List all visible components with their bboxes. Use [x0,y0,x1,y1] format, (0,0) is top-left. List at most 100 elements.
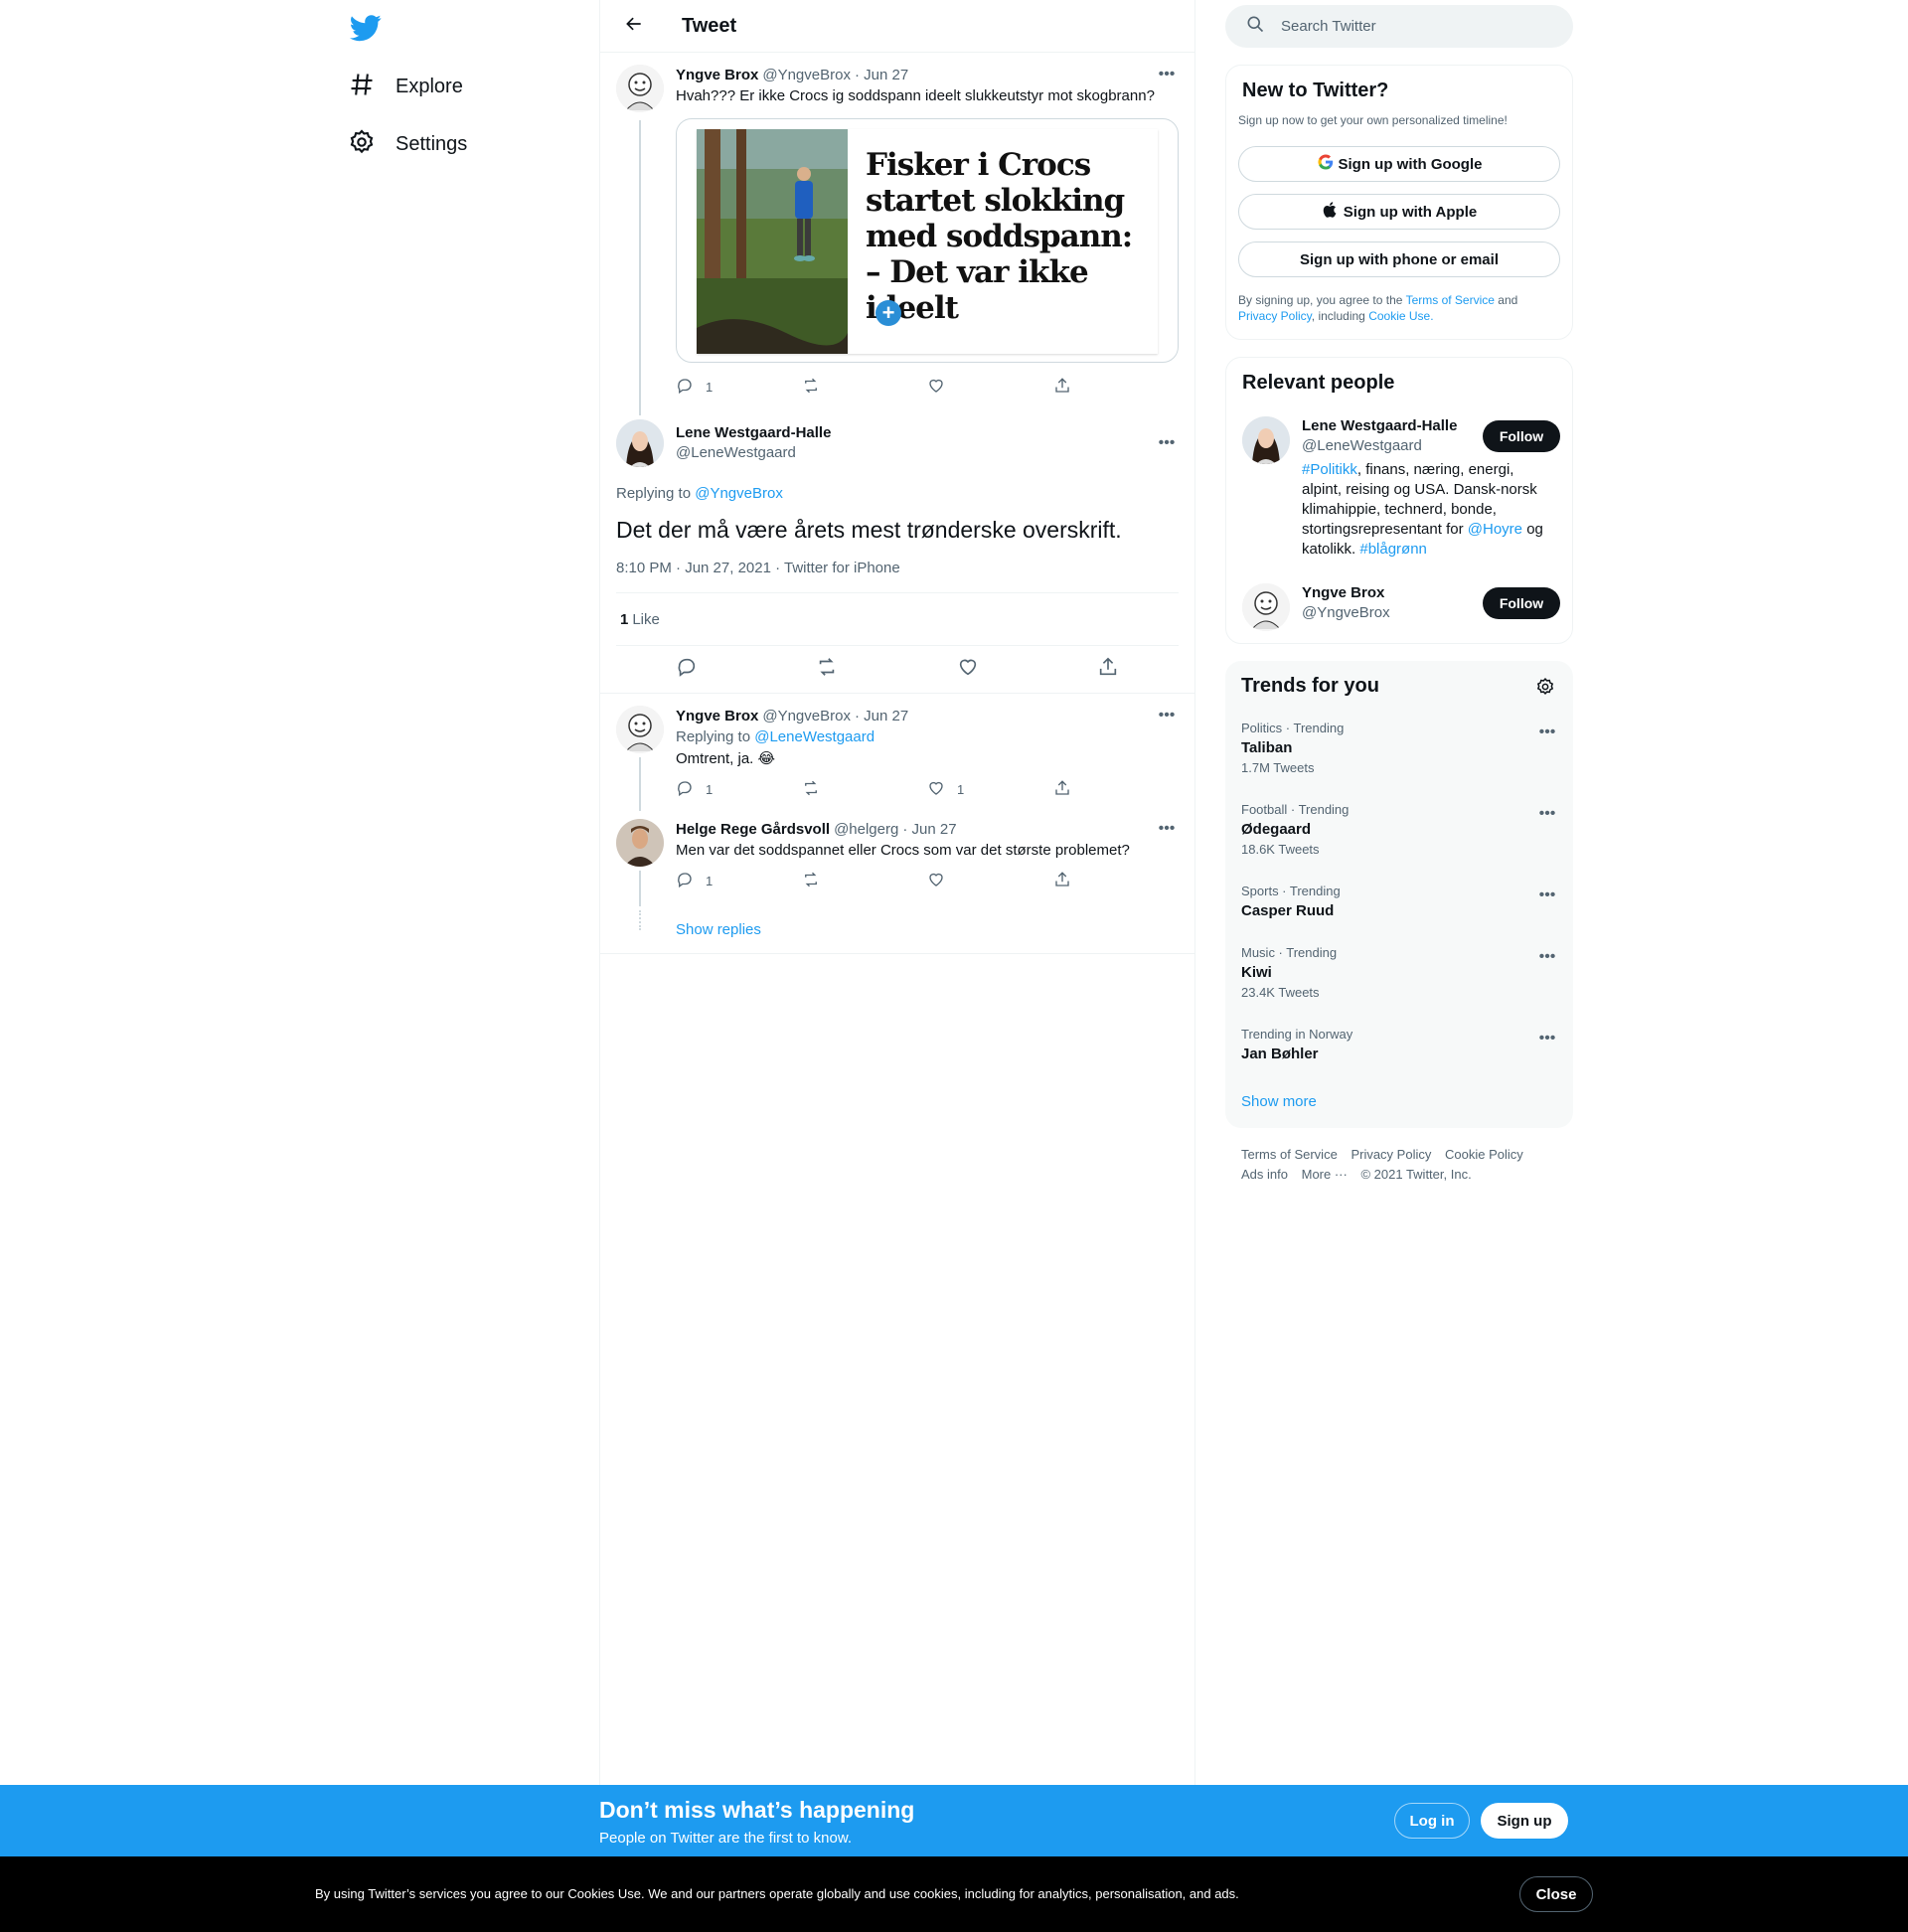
replying-handle[interactable]: @LeneWestgaard [754,728,874,745]
more-icon[interactable]: ••• [1537,1029,1557,1048]
panel-title: New to Twitter? [1242,80,1389,101]
avatar[interactable] [616,819,664,867]
parent-tweet[interactable]: ••• Yngve Brox @YngveBrox · Jun 27 Hvah?… [600,53,1194,415]
hashtag-link[interactable]: #Politikk [1302,461,1357,478]
follow-button[interactable]: Follow [1483,587,1560,619]
terms-link[interactable]: Terms of Service [1406,293,1495,307]
avatar[interactable] [1242,416,1290,464]
footer-links: Terms of Service Privacy Policy Cookie P… [1241,1145,1569,1185]
retweet-button[interactable] [802,377,928,398]
mention-link[interactable]: @Hoyre [1468,521,1522,538]
search-input[interactable] [1281,18,1539,35]
share-button[interactable] [1053,779,1180,800]
reply-icon[interactable] [676,656,698,683]
page-title: Tweet [682,14,737,37]
reply-tweet[interactable]: ••• Yngve Brox @YngveBrox · Jun 27 Reply… [600,694,1194,811]
footer-cookie[interactable]: Cookie Policy [1445,1147,1523,1162]
reply-button[interactable]: 1 [676,779,802,800]
trend-item[interactable]: Music · Trending Kiwi 23.4K Tweets ••• [1241,945,1557,1001]
author-handle[interactable]: @YngveBrox [762,67,851,83]
retweet-button[interactable] [802,779,928,800]
tweet-date[interactable]: · Jun 27 [855,708,908,724]
retweet-button[interactable] [802,871,928,891]
trend-count: 18.6K Tweets [1241,842,1320,857]
author-name[interactable]: Lene Westgaard-Halle [676,423,831,443]
more-icon[interactable]: ••• [1157,706,1177,725]
avatar[interactable] [1242,583,1290,631]
heart-icon [927,377,957,398]
more-icon[interactable]: ••• [1537,886,1557,905]
person-handle[interactable]: @LeneWestgaard [1302,436,1466,456]
privacy-link[interactable]: Privacy Policy [1238,309,1312,323]
tweet-date[interactable]: · Jun 27 [902,821,956,838]
heart-icon[interactable] [957,656,979,683]
signup-button[interactable]: Sign up [1481,1803,1568,1839]
person-card[interactable]: Lene Westgaard-Halle @LeneWestgaard #Pol… [1242,416,1560,560]
tweet-date[interactable]: · Jun 27 [855,67,908,83]
signup-phone-button[interactable]: Sign up with phone or email [1238,242,1560,277]
reply-button[interactable]: 1 [676,871,802,891]
footer-more[interactable]: More ··· [1302,1167,1348,1182]
signup-apple-button[interactable]: Sign up with Apple [1238,194,1560,230]
share-button[interactable] [1053,871,1180,891]
share-button[interactable] [1053,377,1180,398]
cookie-link[interactable]: Cookie Use. [1368,309,1433,323]
banner-title: Don’t miss what’s happening [599,1797,915,1823]
trend-category: Football · Trending [1241,802,1350,817]
panel-subtitle: Sign up now to get your own personalized… [1238,113,1508,127]
like-stats[interactable]: 1 Like [616,593,1179,646]
like-button[interactable] [927,377,1053,398]
footer-ads[interactable]: Ads info [1241,1167,1288,1182]
author-name[interactable]: Yngve Brox [676,67,758,83]
gear-icon[interactable] [1535,677,1555,702]
person-card[interactable]: Yngve Brox @YngveBrox Follow [1242,583,1560,631]
footer-privacy[interactable]: Privacy Policy [1351,1147,1431,1162]
avatar[interactable] [616,65,664,112]
signup-google-button[interactable]: Sign up with Google [1238,146,1560,182]
like-button[interactable]: 1 [927,779,1053,800]
hashtag-link[interactable]: #blågrønn [1359,541,1427,558]
more-icon[interactable]: ••• [1157,65,1177,84]
nav-item-settings[interactable]: Settings [348,120,467,168]
trend-item[interactable]: Football · Trending Ødegaard 18.6K Tweet… [1241,802,1557,858]
tweet-meta[interactable]: 8:10 PM · Jun 27, 2021 · Twitter for iPh… [616,560,1179,593]
login-button[interactable]: Log in [1394,1803,1470,1839]
like-button[interactable] [927,871,1053,891]
twitter-logo-icon[interactable] [349,12,382,44]
trend-item[interactable]: Trending in Norway Jan Bøhler ••• [1241,1027,1557,1064]
more-icon[interactable]: ••• [1537,804,1557,824]
back-button[interactable] [616,8,652,44]
person-name[interactable]: Lene Westgaard-Halle [1302,416,1466,436]
thread-line [639,871,641,906]
replying-to: Replying to @LeneWestgaard [676,727,1179,747]
legal-text: , including [1311,309,1365,323]
show-more-link[interactable]: Show more [1241,1093,1317,1110]
heart-icon [927,779,957,800]
search-bar[interactable] [1225,5,1573,48]
author-handle[interactable]: @LeneWestgaard [676,443,831,463]
link-card[interactable]: Fisker i Crocs startet slokking med sodd… [676,118,1179,363]
show-replies-link[interactable]: Show replies [676,921,761,938]
trend-item[interactable]: Politics · Trending Taliban 1.7M Tweets … [1241,721,1557,776]
thread-line [639,757,641,811]
follow-button[interactable]: Follow [1483,420,1560,452]
more-icon[interactable]: ••• [1157,433,1177,453]
avatar[interactable] [616,419,664,467]
footer-terms[interactable]: Terms of Service [1241,1147,1338,1162]
avatar[interactable] [616,706,664,753]
close-button[interactable]: Close [1519,1876,1593,1912]
retweet-icon[interactable] [816,656,838,683]
reply-button[interactable]: 1 [676,377,802,398]
trend-item[interactable]: Sports · Trending Casper Ruud ••• [1241,884,1557,921]
nav-item-explore[interactable]: Explore [348,63,463,110]
more-icon[interactable]: ••• [1537,947,1557,967]
author-name[interactable]: Yngve Brox [676,708,758,724]
share-icon[interactable] [1097,656,1119,683]
author-handle[interactable]: @YngveBrox [762,708,851,724]
more-icon[interactable]: ••• [1537,723,1557,742]
author-handle[interactable]: @helgerg [834,821,898,838]
reply-tweet[interactable]: ••• Helge Rege Gårdsvoll @helgerg · Jun … [600,811,1194,906]
author-name[interactable]: Helge Rege Gårdsvoll [676,821,830,838]
replying-handle[interactable]: @YngveBrox [695,485,783,502]
more-icon[interactable]: ••• [1157,819,1177,839]
